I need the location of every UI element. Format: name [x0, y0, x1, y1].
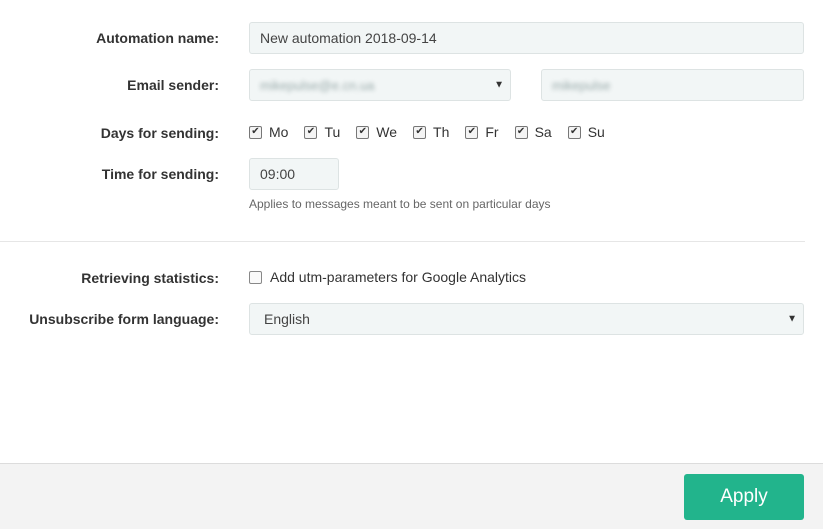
- language-label: Unsubscribe form language:: [29, 311, 219, 327]
- day-tu[interactable]: ✔ Tu: [304, 124, 340, 140]
- day-label: Fr: [485, 124, 499, 140]
- day-label: Th: [433, 124, 450, 140]
- time-input[interactable]: 09:00: [249, 158, 339, 190]
- check-icon[interactable]: ✔: [249, 125, 262, 139]
- day-label: We: [376, 124, 398, 140]
- day-mo[interactable]: ✔ Mo: [249, 124, 288, 140]
- email-sender-value: mikepulse@e.cn.ua: [260, 77, 375, 93]
- check-icon[interactable]: ✔: [514, 125, 528, 139]
- utm-label: Add utm-parameters for Google Analytics: [270, 269, 527, 285]
- language-select[interactable]: English ▼: [249, 303, 804, 335]
- check-icon[interactable]: ✔: [465, 125, 479, 139]
- time-value: 09:00: [260, 166, 296, 182]
- day-fr[interactable]: ✔ Fr: [465, 124, 499, 140]
- email-sender-select[interactable]: mikepulse@e.cn.ua ▼: [249, 69, 511, 101]
- sender-name-value: mikepulse: [552, 77, 611, 93]
- checkbox-empty-icon[interactable]: [249, 270, 262, 284]
- chevron-down-icon: ▼: [787, 313, 797, 325]
- check-icon[interactable]: ✔: [567, 125, 581, 139]
- check-icon[interactable]: ✔: [413, 125, 427, 139]
- day-label: Tu: [324, 124, 341, 140]
- sender-name-input[interactable]: mikepulse: [541, 69, 804, 101]
- day-label: Sa: [534, 124, 552, 140]
- chevron-down-icon: ▼: [494, 79, 504, 91]
- days-checkbox-group: ✔ Mo ✔ Tu ✔ We ✔ Th ✔ Fr ✔ Sa ✔ Su: [249, 124, 621, 140]
- day-su[interactable]: ✔ Su: [567, 124, 605, 140]
- section-divider: [0, 241, 805, 242]
- utm-checkbox[interactable]: Add utm-parameters for Google Analytics: [249, 269, 526, 285]
- check-icon[interactable]: ✔: [304, 125, 318, 139]
- day-we[interactable]: ✔ We: [356, 124, 397, 140]
- day-label: Mo: [269, 124, 289, 140]
- stats-label: Retrieving statistics:: [81, 270, 219, 286]
- automation-name-value: New automation 2018-09-14: [260, 30, 437, 46]
- automation-name-input[interactable]: New automation 2018-09-14: [249, 22, 804, 54]
- day-sa[interactable]: ✔ Sa: [514, 124, 552, 140]
- time-hint: Applies to messages meant to be sent on …: [249, 197, 551, 211]
- automation-name-label: Automation name:: [96, 30, 219, 46]
- day-label: Su: [587, 124, 605, 140]
- days-label: Days for sending:: [100, 125, 219, 141]
- day-th[interactable]: ✔ Th: [413, 124, 449, 140]
- language-value: English: [264, 311, 310, 327]
- apply-button[interactable]: Apply: [684, 474, 804, 520]
- time-label: Time for sending:: [101, 166, 219, 182]
- email-sender-label: Email sender:: [127, 77, 219, 93]
- check-icon[interactable]: ✔: [356, 125, 370, 139]
